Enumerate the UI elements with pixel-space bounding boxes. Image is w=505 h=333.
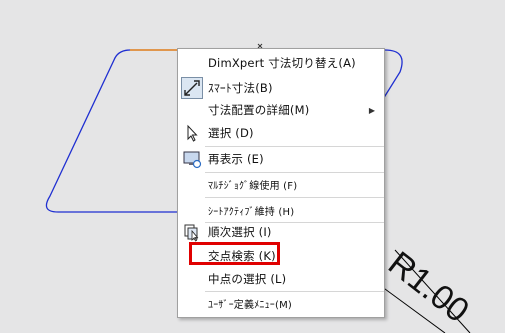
menu-item-select-midpoint[interactable]: 中点の選択 (L)	[178, 268, 384, 290]
cursor-arrow-icon	[187, 124, 198, 142]
menu-item-dimension-placement[interactable]: 寸法配置の詳細(M) ▶	[178, 99, 384, 121]
menu-item-customize-menu[interactable]: ﾕｰｻﾞｰ定義ﾒﾆｭｰ(M)	[178, 292, 384, 314]
menu-item-smart-dimension[interactable]: ｽﾏｰﾄ寸法(B)	[178, 77, 384, 99]
select-other-icon	[184, 224, 199, 242]
menu-item-label: 中点の選択 (L)	[208, 272, 287, 286]
menu-item-multi-jog-leader[interactable]: ﾏﾙﾁｼﾞｮｸﾞ線使用 (F)	[178, 173, 384, 195]
menu-item-label: DimXpert 寸法切り替え(A)	[208, 56, 356, 70]
menu-item-select[interactable]: 選択 (D)	[178, 122, 384, 144]
menu-item-label: 寸法配置の詳細(M)	[208, 103, 310, 117]
smart-dimension-icon	[181, 77, 203, 99]
dimension-text[interactable]: R1.00	[381, 244, 476, 330]
menu-item-label: ﾕｰｻﾞｰ定義ﾒﾆｭｰ(M)	[208, 299, 293, 311]
menu-item-label: 選択 (D)	[208, 126, 254, 140]
context-menu: DimXpert 寸法切り替え(A) ｽﾏｰﾄ寸法(B) 寸法配置の詳細(M) …	[177, 48, 385, 318]
menu-item-label: 順次選択 (I)	[208, 225, 272, 239]
menu-item-select-other[interactable]: 順次選択 (I)	[178, 221, 384, 243]
menu-item-label: ｼｰﾄｱｸﾃｨﾌﾞ維持 (H)	[208, 206, 295, 218]
menu-item-label: ｽﾏｰﾄ寸法(B)	[208, 81, 273, 95]
menu-separator	[205, 146, 384, 147]
submenu-arrow-icon: ▶	[368, 105, 375, 115]
menu-item-label: ﾏﾙﾁｼﾞｮｸﾞ線使用 (F)	[208, 180, 298, 192]
highlight-annotation-box	[189, 242, 280, 265]
menu-item-redraw[interactable]: 再表示 (E)	[178, 148, 384, 170]
monitor-refresh-icon	[183, 151, 202, 169]
menu-item-label: 再表示 (E)	[208, 152, 264, 166]
menu-separator	[205, 197, 384, 198]
menu-item-dimxpert-toggle[interactable]: DimXpert 寸法切り替え(A)	[178, 52, 384, 74]
menu-item-keep-sheet-active[interactable]: ｼｰﾄｱｸﾃｨﾌﾞ維持 (H)	[178, 199, 384, 221]
